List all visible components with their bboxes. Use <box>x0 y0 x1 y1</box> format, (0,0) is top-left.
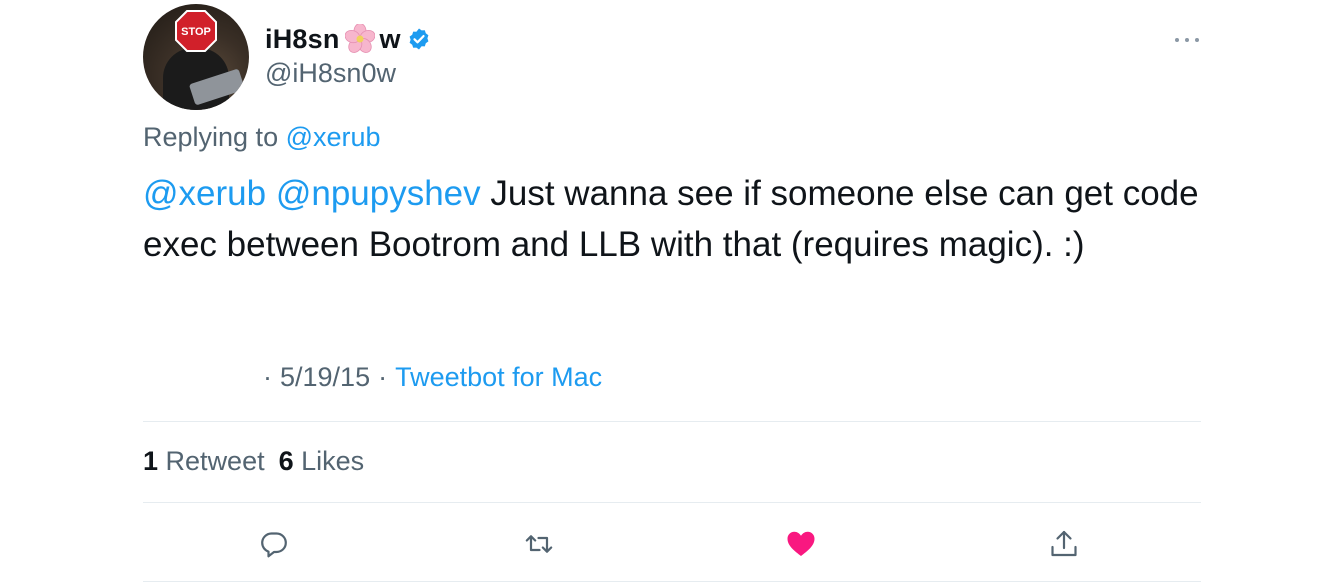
replying-to-label: Replying to <box>143 122 286 152</box>
divider <box>143 421 1201 422</box>
display-name-part-2[interactable]: w <box>380 24 401 55</box>
heart-icon[interactable] <box>785 528 817 560</box>
more-options-icon[interactable] <box>1172 30 1202 50</box>
tweet-mention-npupyshev[interactable]: @npupyshev <box>276 174 481 213</box>
more-dot <box>1175 38 1179 42</box>
tweet-date[interactable]: 5/19/15 <box>280 362 370 393</box>
replying-to: Replying to @xerub <box>143 122 381 153</box>
retweet-icon[interactable] <box>523 528 555 560</box>
display-name-part-1[interactable]: iH8sn <box>265 24 340 55</box>
author-handle[interactable]: @iH8sn0w <box>265 58 396 89</box>
retweets-stat[interactable]: 1 Retweet <box>143 446 265 477</box>
more-dot <box>1195 38 1199 42</box>
likes-label: Likes <box>301 446 365 476</box>
likes-count: 6 <box>278 446 294 476</box>
tweet-meta: · 5/19/15 · Tweetbot for Mac <box>263 362 602 393</box>
likes-stat[interactable]: 6 Likes <box>279 446 365 477</box>
retweets-label: Retweet <box>165 446 265 476</box>
retweets-count: 1 <box>143 446 159 476</box>
tweet-mention-xerub[interactable]: @xerub <box>143 174 266 213</box>
meta-separator: · <box>378 362 388 392</box>
cherry-blossom-icon <box>344 24 375 53</box>
meta-separator: · <box>263 362 272 392</box>
tweet-stats: 1 Retweet 6 Likes <box>143 446 364 477</box>
replying-to-mention[interactable]: @xerub <box>286 122 381 152</box>
tweet-text: @xerub @npupyshev Just wanna see if some… <box>143 168 1203 270</box>
more-dot <box>1185 38 1189 42</box>
stop-sign-text: STOP <box>181 26 211 38</box>
tweet-actions <box>0 520 1331 568</box>
author-name-row[interactable]: iH8sn w <box>265 22 431 56</box>
share-icon[interactable] <box>1048 528 1080 560</box>
divider <box>143 581 1201 582</box>
reply-icon[interactable] <box>258 528 290 560</box>
tweet-source-link[interactable]: Tweetbot for Mac <box>395 362 602 393</box>
stop-sign-icon: STOP <box>175 10 217 52</box>
verified-badge-icon <box>409 28 429 50</box>
avatar[interactable]: STOP <box>143 4 249 110</box>
divider <box>143 502 1201 503</box>
